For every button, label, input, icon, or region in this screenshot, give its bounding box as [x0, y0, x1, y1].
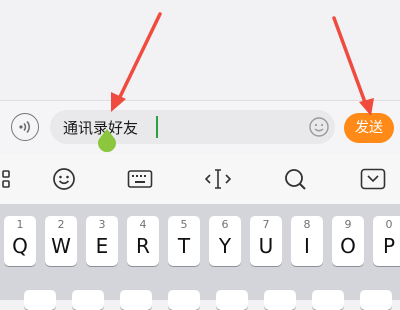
key-q-letter: Q: [12, 234, 28, 258]
key-w-letter: W: [51, 234, 71, 258]
keyboard-icon: [127, 170, 153, 188]
key-row2[interactable]: [216, 290, 248, 310]
cursor-move-icon: [205, 169, 231, 189]
key-i[interactable]: 8 I: [291, 216, 323, 266]
key-p[interactable]: 0 P: [373, 216, 400, 266]
cursor-move-button[interactable]: [205, 166, 231, 192]
key-r-digit: 4: [139, 218, 147, 231]
key-u[interactable]: 7 U: [250, 216, 282, 266]
message-input-bar: 通讯录好友 发送: [0, 100, 400, 155]
key-o-digit: 9: [344, 218, 352, 231]
key-r-letter: R: [136, 234, 150, 258]
key-y-digit: 6: [221, 218, 229, 231]
message-text-input[interactable]: 通讯录好友: [50, 110, 335, 144]
key-y[interactable]: 6 Y: [209, 216, 241, 266]
voice-input-icon: [19, 120, 30, 134]
collapse-keyboard-button[interactable]: [360, 166, 386, 192]
key-row2[interactable]: [264, 290, 296, 310]
key-w-digit: 2: [57, 218, 65, 231]
soft-keyboard: 1 Q 2 W 3 E 4 R 5 T 6 Y 7 U 8 I 9 O 0 P: [0, 204, 400, 310]
key-o[interactable]: 9 O: [332, 216, 364, 266]
key-row2[interactable]: [120, 290, 152, 310]
text-caret: [156, 116, 158, 138]
search-button[interactable]: [282, 166, 308, 192]
key-row2[interactable]: [360, 290, 392, 310]
key-t-digit: 5: [180, 218, 188, 231]
key-e-letter: E: [95, 234, 109, 258]
key-u-digit: 7: [262, 218, 270, 231]
grid-apps-icon: [2, 170, 10, 188]
key-u-letter: U: [258, 234, 274, 258]
emoji-button[interactable]: [307, 115, 331, 139]
key-p-digit: 0: [385, 218, 393, 231]
key-row2[interactable]: [24, 290, 56, 310]
emoji-face-icon: [53, 168, 75, 190]
keyboard-toolbar: [0, 154, 400, 204]
key-t[interactable]: 5 T: [168, 216, 200, 266]
key-e-digit: 3: [98, 218, 106, 231]
chat-message-area: [0, 0, 400, 100]
grid-apps-button[interactable]: [0, 166, 14, 192]
key-y-letter: Y: [218, 234, 232, 258]
key-row2[interactable]: [312, 290, 344, 310]
key-r[interactable]: 4 R: [127, 216, 159, 266]
key-o-letter: O: [340, 234, 356, 258]
key-w[interactable]: 2 W: [45, 216, 77, 266]
key-i-digit: 8: [303, 218, 311, 231]
key-e[interactable]: 3 E: [86, 216, 118, 266]
keyboard-switch-button[interactable]: [127, 166, 153, 192]
key-p-letter: P: [382, 234, 396, 258]
voice-input-button[interactable]: [11, 113, 39, 141]
emoji-panel-button[interactable]: [51, 166, 77, 192]
key-row2[interactable]: [72, 290, 104, 310]
key-row2[interactable]: [168, 290, 200, 310]
emoji-smile-icon: [309, 117, 329, 137]
collapse-keyboard-icon: [360, 168, 386, 190]
key-q[interactable]: 1 Q: [4, 216, 36, 266]
key-t-letter: T: [177, 234, 191, 258]
send-button[interactable]: 发送: [344, 113, 394, 143]
search-icon: [285, 169, 306, 190]
key-i-letter: I: [304, 234, 310, 258]
key-q-digit: 1: [16, 218, 24, 231]
caret-drag-handle[interactable]: [96, 129, 118, 155]
